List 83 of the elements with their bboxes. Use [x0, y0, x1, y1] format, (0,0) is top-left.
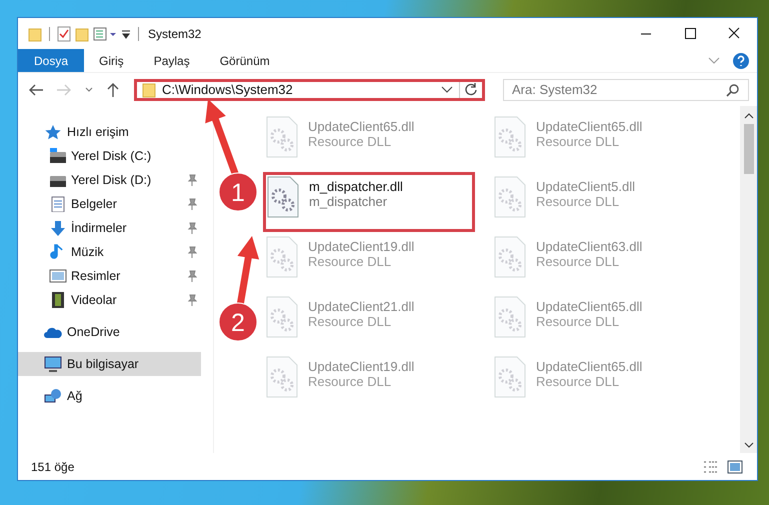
- sidebar-item[interactable]: Hızlı erişim: [18, 120, 201, 144]
- pin-icon[interactable]: [187, 222, 197, 234]
- ribbon-tab[interactable]: Görünüm: [204, 49, 285, 72]
- sidebar-item[interactable]: OneDrive: [18, 320, 201, 344]
- ribbon-tab[interactable]: Dosya: [18, 49, 84, 72]
- sidebar-item[interactable]: Ağ: [18, 384, 201, 408]
- file-type: Resource DLL: [536, 374, 620, 389]
- pin-icon[interactable]: [187, 174, 197, 186]
- ribbon-tab[interactable]: Giriş: [84, 49, 139, 72]
- dll-file-icon: [493, 176, 527, 218]
- expand-ribbon-icon[interactable]: [707, 56, 721, 66]
- video-icon: [49, 292, 67, 308]
- file-name: UpdateClient65.dll: [536, 119, 642, 134]
- sidebar-item[interactable]: Videolar: [18, 288, 201, 312]
- search-field[interactable]: Ara: System32: [503, 78, 749, 100]
- computer-icon: [44, 356, 62, 372]
- address-path: C:\Windows\System32: [162, 82, 294, 97]
- dll-file-icon: [493, 116, 527, 158]
- dll-file-icon: [493, 356, 527, 398]
- document-icon: [49, 196, 67, 212]
- sidebar-item[interactable]: Belgeler: [18, 192, 201, 216]
- properties-icon[interactable]: [93, 26, 117, 40]
- folder-icon: [142, 82, 156, 98]
- picture-icon: [49, 268, 67, 284]
- window-title: System32: [148, 26, 202, 40]
- dll-file-icon: [265, 236, 299, 278]
- dll-file-icon: [266, 176, 300, 218]
- file-type: Resource DLL: [536, 254, 620, 269]
- dll-file-icon: [493, 236, 527, 278]
- dll-file-icon: [265, 356, 299, 398]
- scroll-down-icon[interactable]: [744, 441, 754, 449]
- pin-icon[interactable]: [187, 294, 197, 306]
- file-type: Resource DLL: [308, 374, 392, 389]
- step-number-badge: 1: [218, 172, 258, 212]
- help-icon[interactable]: [733, 52, 749, 68]
- file-name: UpdateClient21.dll: [308, 299, 414, 314]
- back-icon[interactable]: [28, 82, 44, 96]
- pin-icon[interactable]: [187, 270, 197, 282]
- file-name: UpdateClient65.dll: [536, 299, 642, 314]
- download-icon: [49, 220, 67, 236]
- ribbon-tab[interactable]: Paylaş: [138, 49, 205, 72]
- file-name: UpdateClient19.dll: [308, 239, 414, 254]
- file-name: UpdateClient63.dll: [536, 239, 642, 254]
- dropdown-icon[interactable]: [121, 28, 131, 40]
- address-bar[interactable]: C:\Windows\System32: [134, 78, 485, 100]
- large-icons-view-icon[interactable]: [727, 460, 743, 474]
- up-icon[interactable]: [106, 82, 120, 98]
- vertical-scrollbar[interactable]: [740, 106, 757, 453]
- sidebar-item[interactable]: İndirmeler: [18, 216, 201, 240]
- file-type: Resource DLL: [536, 134, 620, 149]
- file-name: m_dispatcher.dll: [309, 179, 403, 194]
- file-type: Resource DLL: [536, 194, 620, 209]
- checklist-icon[interactable]: [57, 26, 71, 42]
- scroll-up-icon[interactable]: [744, 112, 754, 120]
- scrollbar-thumb[interactable]: [744, 124, 754, 174]
- file-item[interactable]: m_dispatcher.dll m_dispatcher: [263, 172, 475, 232]
- file-name: UpdateClient65.dll: [308, 119, 414, 134]
- step-number-badge: 2: [218, 302, 258, 342]
- sidebar-item[interactable]: Yerel Disk (C:): [18, 144, 201, 168]
- file-name: UpdateClient65.dll: [536, 359, 642, 374]
- file-name: UpdateClient5.dll: [536, 179, 636, 194]
- dll-file-icon: [265, 296, 299, 338]
- dll-file-icon: [265, 116, 299, 158]
- search-icon: [726, 82, 740, 96]
- file-name: UpdateClient19.dll: [308, 359, 414, 374]
- sidebar-item[interactable]: Yerel Disk (D:): [18, 168, 201, 192]
- network-icon: [44, 388, 62, 404]
- pin-icon[interactable]: [187, 246, 197, 258]
- file-type: Resource DLL: [308, 254, 392, 269]
- pin-icon[interactable]: [187, 198, 197, 210]
- sidebar-item[interactable]: Müzik: [18, 240, 201, 264]
- sidebar-item[interactable]: Bu bilgisayar: [18, 352, 201, 376]
- details-view-icon[interactable]: [703, 460, 719, 474]
- file-type: Resource DLL: [536, 314, 620, 329]
- file-type: Resource DLL: [308, 314, 392, 329]
- chevron-down-icon[interactable]: [441, 84, 453, 94]
- sidebar-item[interactable]: Resimler: [18, 264, 201, 288]
- drive-icon: [49, 148, 67, 164]
- file-type: m_dispatcher: [309, 194, 388, 209]
- star-icon: [44, 124, 62, 140]
- file-type: Resource DLL: [308, 134, 392, 149]
- item-count: 151 öğe: [31, 460, 74, 474]
- dll-file-icon: [493, 296, 527, 338]
